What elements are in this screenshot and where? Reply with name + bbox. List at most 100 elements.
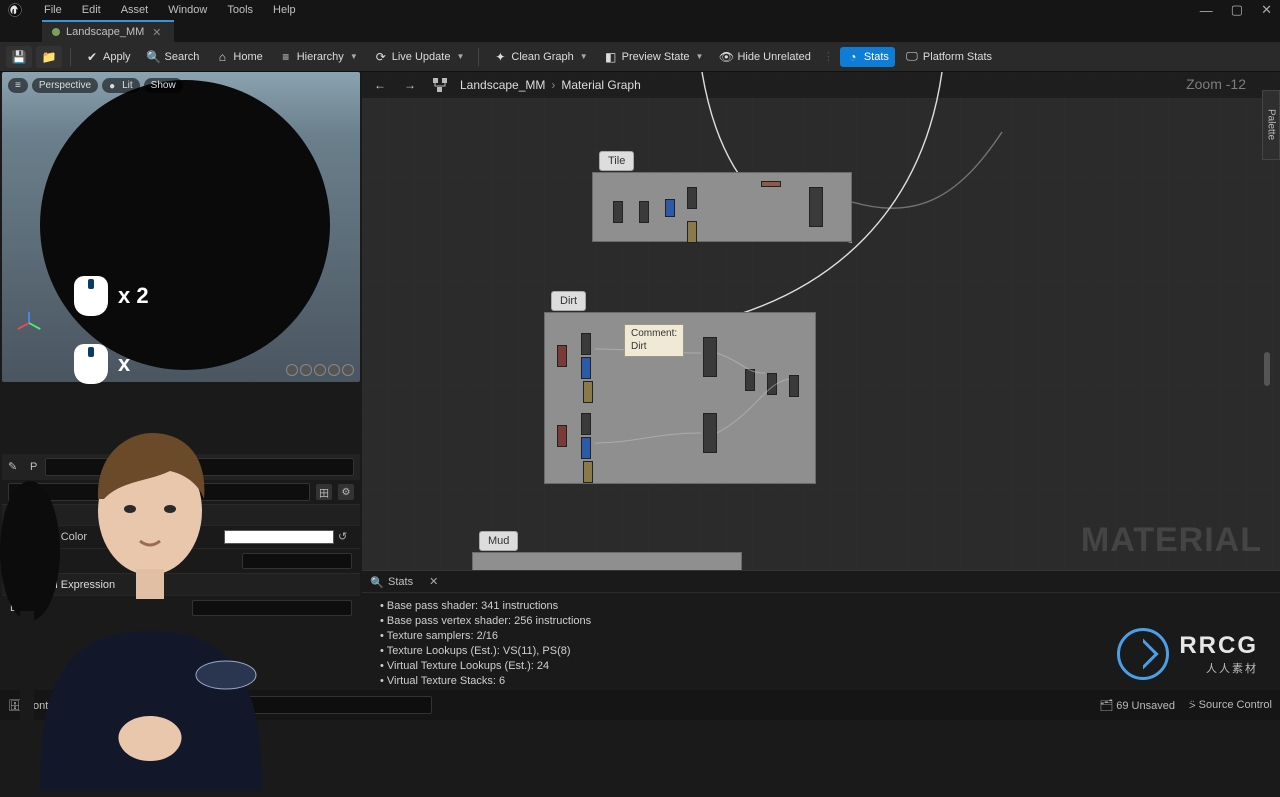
magnifier-icon: 🔍 — [370, 576, 382, 588]
material-expr-label: Material Expression — [19, 579, 116, 591]
stats-icon: ◔ — [846, 50, 860, 64]
platform-label: Platform Stats — [923, 51, 992, 63]
desc-input[interactable] — [192, 600, 352, 616]
platform-stats-button[interactable]: 🖵Platform Stats — [899, 47, 998, 67]
material-graph[interactable]: ← → Landscape_MM › Material Graph Zoom -… — [362, 72, 1280, 570]
comment-color-swatch[interactable] — [224, 530, 334, 544]
home-button[interactable]: ⌂ Home — [209, 47, 268, 67]
viewport-menu-button[interactable]: ≡ — [8, 78, 28, 93]
material-expression-section[interactable]: ▾ Material Expression — [2, 573, 360, 595]
cube-icon: ◧ — [604, 50, 618, 64]
main-toolbar: 💾 📁 ✔Apply 🔍Search ⌂ Home ≡Hierarchy▼ ⟳Li… — [0, 42, 1280, 72]
menu-bar: File Edit Asset Window Tools Help — ▢ ✕ — [0, 0, 1280, 20]
details-header: ✎ P — [2, 454, 360, 480]
tab-close-icon[interactable]: ✕ — [150, 26, 163, 39]
preview-state-button[interactable]: ◧Preview State▼ — [598, 47, 710, 67]
close-icon[interactable]: ✕ — [1257, 2, 1276, 18]
material-viewport[interactable]: ≡ Perspective ●Lit Show — [2, 72, 360, 382]
apply-label: Apply — [103, 51, 131, 63]
command-input[interactable] — [172, 696, 432, 714]
comment-section-label: mment — [10, 509, 44, 521]
click-count-2: x — [118, 351, 130, 377]
comment-tile-label[interactable]: Tile — [599, 151, 634, 171]
stats-body: Base pass shader: 341 instructions Base … — [362, 593, 1280, 695]
clean-graph-button[interactable]: ✦Clean Graph▼ — [487, 47, 593, 67]
chevron-down-icon: ▼ — [696, 52, 704, 61]
lit-button[interactable]: ●Lit — [102, 78, 140, 93]
comment-mud-label[interactable]: Mud — [479, 531, 518, 551]
save-icon: 💾 — [12, 50, 26, 64]
toolbar-dots-icon[interactable]: ⋮ — [823, 50, 834, 63]
comment-color-row: Comment Color ↺ — [2, 525, 360, 548]
details-comment-section[interactable]: mment — [2, 504, 360, 525]
refresh-icon: ⟳ — [374, 50, 388, 64]
source-control-button[interactable]: ⍩ Source Control — [1189, 699, 1272, 712]
hide-label: Hide Unrelated — [737, 51, 810, 63]
details-filter-icon[interactable]: 田 — [316, 484, 332, 500]
stats-button[interactable]: ◔Stats — [840, 47, 895, 67]
shape-cube-icon[interactable] — [328, 364, 340, 376]
pencil-icon[interactable]: ✎ — [8, 460, 22, 474]
menu-tools[interactable]: Tools — [217, 4, 263, 16]
search-button[interactable]: 🔍Search — [141, 47, 206, 67]
show-button[interactable]: Show — [144, 78, 183, 93]
clean-label: Clean Graph — [511, 51, 573, 63]
details-panel: ✎ P 田 ⚙ mment Comment Color ↺ Font Size … — [2, 454, 360, 720]
bulb-icon: ● — [109, 81, 119, 91]
chevron-down-icon: ▼ — [580, 52, 588, 61]
maximize-icon[interactable]: ▢ — [1227, 2, 1247, 18]
shape-sphere-icon[interactable] — [300, 364, 312, 376]
save-button[interactable]: 💾 — [6, 46, 32, 68]
comment-mud[interactable]: Mud — [472, 552, 742, 570]
mouse-left-icon — [74, 344, 108, 384]
stats-line: Virtual Texture Lookups (Est.): 24 — [380, 659, 1262, 674]
shape-plane-icon[interactable] — [314, 364, 326, 376]
menu-edit[interactable]: Edit — [72, 4, 111, 16]
folder-icon: 📁 — [42, 50, 56, 64]
tab-landscape-mm[interactable]: Landscape_MM ✕ — [42, 20, 174, 42]
material-sphere-icon — [52, 28, 60, 36]
stats-close-icon[interactable]: ✕ — [429, 575, 438, 588]
menu-window[interactable]: Window — [158, 4, 217, 16]
perspective-label: Perspective — [39, 80, 91, 91]
desc-label: Desc — [10, 602, 35, 614]
content-drawer-button[interactable]: 🗄 Content Drawer — [8, 699, 102, 712]
stats-title: Stats — [388, 576, 413, 588]
details-name-input[interactable] — [45, 458, 354, 476]
stats-line: Texture Lookups (Est.): VS(11), PS(8) — [380, 644, 1262, 659]
comment-dirt-label[interactable]: Dirt — [551, 291, 586, 311]
desc-row: Desc — [2, 595, 360, 620]
menu-asset[interactable]: Asset — [111, 4, 159, 16]
details-settings-icon[interactable]: ⚙ — [338, 484, 354, 500]
menu-file[interactable]: File — [34, 4, 72, 16]
minimize-icon[interactable]: — — [1196, 3, 1217, 18]
home-label: Home — [233, 51, 262, 63]
toolbar-sep — [478, 48, 479, 66]
graph-scrollbar[interactable] — [1264, 352, 1270, 386]
perspective-button[interactable]: Perspective — [32, 78, 98, 93]
stats-tab[interactable]: 🔍 Stats ✕ — [362, 571, 1280, 593]
viewport-overlay-top: ≡ Perspective ●Lit Show — [8, 78, 183, 93]
unsaved-indicator[interactable]: 🗂 69 Unsaved — [1099, 699, 1175, 712]
live-update-button[interactable]: ⟳Live Update▼ — [368, 47, 471, 67]
hierarchy-label: Hierarchy — [297, 51, 344, 63]
document-tab-bar: Landscape_MM ✕ — [0, 20, 1280, 42]
search-label: Search — [165, 51, 200, 63]
font-size-input[interactable] — [242, 553, 352, 569]
tab-title: Landscape_MM — [66, 26, 144, 38]
lit-label: Lit — [122, 80, 133, 91]
show-label: Show — [151, 80, 176, 91]
hide-unrelated-button[interactable]: 👁Hide Unrelated — [713, 47, 816, 67]
menu-help[interactable]: Help — [263, 4, 306, 16]
toolbar-sep — [70, 48, 71, 66]
details-search-input[interactable] — [8, 483, 310, 501]
apply-button[interactable]: ✔Apply — [79, 47, 137, 67]
shape-custom-icon[interactable] — [342, 364, 354, 376]
shape-cylinder-icon[interactable] — [286, 364, 298, 376]
reset-arrow-icon[interactable]: ↺ — [338, 530, 352, 544]
home-icon: ⌂ — [215, 50, 229, 64]
browse-button[interactable]: 📁 — [36, 46, 62, 68]
click-count-1: x 2 — [118, 283, 149, 309]
hierarchy-button[interactable]: ≡Hierarchy▼ — [273, 47, 364, 67]
comment-tile[interactable]: Tile — [592, 172, 852, 242]
